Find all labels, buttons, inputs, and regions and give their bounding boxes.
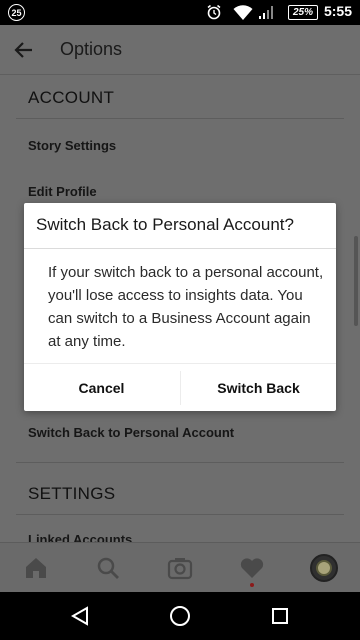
recents-square-icon[interactable]: [268, 604, 292, 628]
page-title: Options: [60, 39, 123, 59]
edit-profile-item[interactable]: Edit Profile: [28, 184, 97, 199]
section-title-account: ACCOUNT: [28, 88, 115, 107]
story-settings-item[interactable]: Story Settings: [28, 138, 116, 153]
avatar-image: [316, 560, 332, 576]
heart-icon[interactable]: [239, 555, 265, 587]
battery-icon: 25%: [288, 5, 318, 20]
switch-back-button[interactable]: Switch Back: [181, 364, 336, 411]
app-header: Options: [0, 25, 360, 75]
home-icon[interactable]: [23, 555, 49, 581]
camera-icon[interactable]: [167, 555, 193, 581]
profile-avatar[interactable]: [310, 554, 338, 582]
section-title-settings: SETTINGS: [28, 484, 116, 503]
scrollbar[interactable]: [354, 236, 358, 326]
switch-account-dialog: Switch Back to Personal Account? If your…: [24, 203, 336, 411]
divider: [16, 118, 344, 119]
activity-dot: [250, 583, 254, 587]
alarm-icon: [207, 4, 221, 20]
wifi-icon: [233, 5, 253, 20]
dialog-title: Switch Back to Personal Account?: [36, 215, 294, 234]
status-bar: 25 25% 5:55: [0, 0, 360, 25]
cancel-button[interactable]: Cancel: [24, 364, 179, 411]
arrow-left-icon[interactable]: [12, 38, 36, 62]
search-icon[interactable]: [95, 555, 121, 581]
divider: [24, 248, 336, 249]
back-triangle-icon[interactable]: [68, 604, 92, 628]
bottom-tab-bar: [0, 542, 360, 592]
divider: [16, 462, 344, 463]
notification-badge-icon: 25: [8, 4, 25, 21]
divider: [16, 514, 344, 515]
home-circle-icon[interactable]: [168, 604, 192, 628]
signal-icon: [259, 6, 273, 19]
dialog-message: If your switch back to a personal accoun…: [48, 264, 324, 350]
status-time: 5:55: [323, 3, 352, 19]
system-nav-bar: [0, 592, 360, 640]
switch-back-personal-item[interactable]: Switch Back to Personal Account: [28, 425, 234, 440]
